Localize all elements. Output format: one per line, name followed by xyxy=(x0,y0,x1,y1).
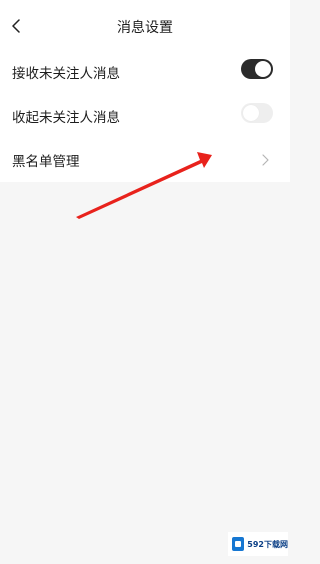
setting-label: 黑名单管理 xyxy=(12,154,80,170)
watermark-logo-icon xyxy=(232,537,245,551)
setting-label: 收起未关注人消息 xyxy=(12,110,120,126)
setting-row-collapse-unfollowed: 收起未关注人消息 xyxy=(0,94,290,138)
message-settings-screen: 消息设置 接收未关注人消息 收起未关注人消息 黑名单管理 592下载网 xyxy=(0,0,290,564)
toggle-knob xyxy=(243,105,259,121)
settings-list: 接收未关注人消息 收起未关注人消息 黑名单管理 xyxy=(0,50,290,182)
setting-row-blacklist[interactable]: 黑名单管理 xyxy=(0,138,290,182)
watermark: 592下载网 xyxy=(228,532,288,556)
navbar: 消息设置 xyxy=(0,0,290,50)
setting-label: 接收未关注人消息 xyxy=(12,66,120,82)
chevron-right-icon xyxy=(262,154,269,166)
collapse-unfollowed-toggle[interactable] xyxy=(241,103,273,123)
page-title: 消息设置 xyxy=(117,20,173,36)
watermark-text: 592下载网 xyxy=(247,539,288,549)
receive-unfollowed-toggle[interactable] xyxy=(241,59,273,79)
toggle-knob xyxy=(255,61,271,77)
setting-row-receive-unfollowed: 接收未关注人消息 xyxy=(0,50,290,94)
